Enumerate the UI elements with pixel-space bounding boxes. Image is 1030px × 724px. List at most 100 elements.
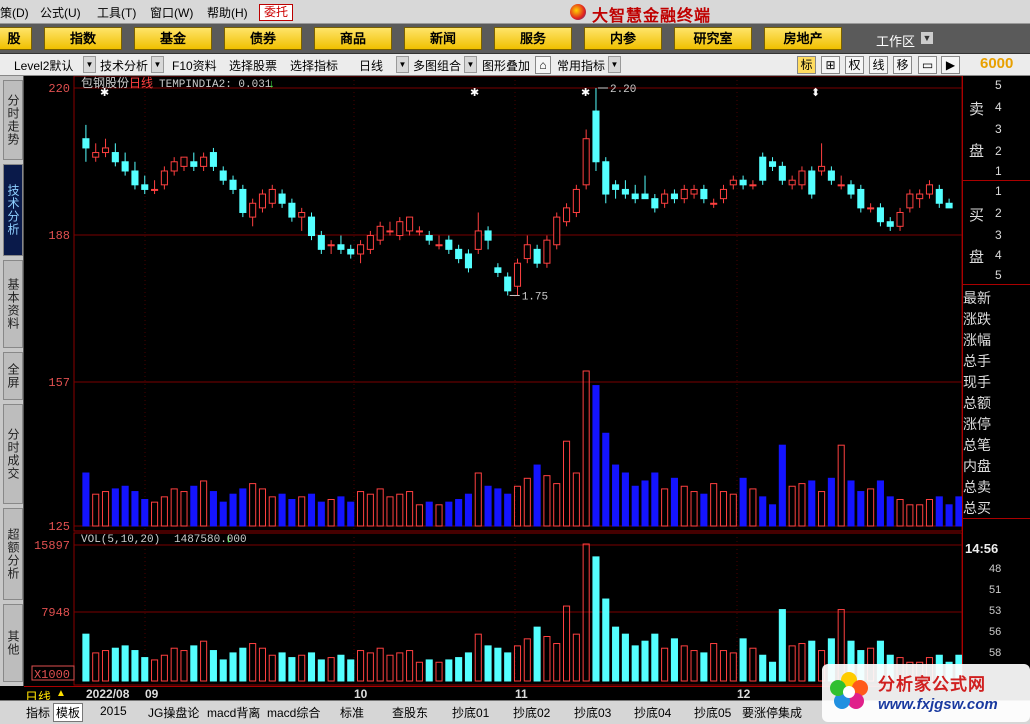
- sell-level: 4: [995, 100, 1002, 114]
- volume-overlay-bar: [170, 488, 178, 527]
- common-indicator-dropdown-icon[interactable]: ▼: [608, 56, 621, 73]
- volume-overlay-bar: [111, 488, 119, 527]
- candle-body: [719, 188, 728, 200]
- tab-other[interactable]: 其他: [3, 604, 23, 682]
- template-tab[interactable]: 抄底03: [574, 704, 611, 721]
- event-marker-icon[interactable]: ✱: [581, 87, 590, 99]
- volume-bar: [641, 640, 649, 682]
- template-tab[interactable]: 抄底04: [634, 704, 671, 721]
- menu-window[interactable]: 窗口(W): [150, 4, 193, 21]
- tech-analysis-dropdown-icon[interactable]: ▼: [151, 56, 164, 73]
- menu-tools[interactable]: 工具(T): [97, 4, 136, 21]
- volume-bar: [513, 645, 522, 682]
- volume-bar: [82, 633, 90, 682]
- tab-tick-trades[interactable]: 分时成交: [3, 404, 23, 504]
- menu-help[interactable]: 帮助(H): [207, 4, 248, 21]
- volume-bar: [768, 661, 777, 682]
- candle-body: [376, 225, 384, 241]
- tick-minute: 58: [989, 647, 1002, 659]
- line-button[interactable]: 线: [869, 56, 888, 74]
- volume-overlay-bar: [288, 499, 296, 527]
- tick-minute: 53: [989, 605, 1002, 617]
- level2-dropdown-icon[interactable]: ▼: [83, 56, 96, 73]
- menu-formula[interactable]: 公式(U): [40, 4, 81, 21]
- tech-analysis-selector[interactable]: 技术分析: [100, 57, 148, 74]
- candle-body: [268, 188, 276, 204]
- select-indicator-button[interactable]: 选择指标: [290, 57, 338, 74]
- move-button[interactable]: 移: [893, 56, 912, 74]
- candle-body: [200, 156, 208, 167]
- volume-overlay-bar: [768, 504, 777, 527]
- nav-realestate-button[interactable]: 房地产: [764, 27, 842, 50]
- next-icon[interactable]: ▶: [941, 56, 960, 74]
- period-up-icon[interactable]: ▲: [56, 688, 66, 699]
- volume-overlay-bar: [376, 488, 384, 527]
- nav-insider-button[interactable]: 内参: [584, 27, 662, 50]
- period-selector[interactable]: 日线: [359, 57, 383, 74]
- template-tab[interactable]: 抄底02: [513, 704, 550, 721]
- workspace-dropdown-icon[interactable]: ▼: [921, 32, 933, 44]
- multi-chart-button[interactable]: 多图组合: [413, 57, 461, 74]
- workspace-label[interactable]: 工作区: [876, 31, 915, 50]
- nav-research-button[interactable]: 研究室: [674, 27, 752, 50]
- nav-index-button[interactable]: 指数: [44, 27, 122, 50]
- volume-bar: [661, 647, 669, 682]
- candle-body: [768, 161, 777, 167]
- volume-overlay-bar: [219, 501, 227, 527]
- nav-commodity-button[interactable]: 商品: [314, 27, 392, 50]
- nav-bond-button[interactable]: 债券: [224, 27, 302, 50]
- candle-body: [749, 184, 757, 187]
- mark-button[interactable]: 标: [797, 56, 816, 74]
- lock-icon[interactable]: ⌂: [535, 56, 551, 74]
- overlay-button[interactable]: 图形叠加: [482, 57, 530, 74]
- nav-news-button[interactable]: 新闻: [404, 27, 482, 50]
- nav-service-button[interactable]: 服务: [494, 27, 572, 50]
- volume-overlay-bar: [690, 491, 698, 527]
- volume-overlay-bar: [818, 491, 826, 527]
- common-indicator-selector[interactable]: 常用指标: [557, 57, 605, 74]
- volume-overlay-bar: [759, 496, 767, 527]
- volume-bar: [415, 661, 423, 682]
- volume-bar: [327, 657, 335, 682]
- time-tick: 11: [515, 687, 528, 701]
- rights-button[interactable]: 权: [845, 56, 864, 74]
- nav-fund-button[interactable]: 基金: [134, 27, 212, 50]
- tab-template[interactable]: 模板: [53, 703, 84, 722]
- trade-entrust-button[interactable]: 委托: [259, 4, 294, 21]
- volume-overlay-bar: [141, 499, 149, 527]
- template-tab[interactable]: 抄底05: [694, 704, 731, 721]
- tab-time-sharing[interactable]: 分时走势: [3, 80, 23, 160]
- multi-chart-dropdown-icon[interactable]: ▼: [464, 56, 477, 73]
- template-tab[interactable]: macd综合: [267, 704, 320, 721]
- kline-chart[interactable]: 220 188 157 125 15897 7948 X1000 包钢股份 日线…: [24, 76, 962, 686]
- template-tab[interactable]: 要涨停集成: [742, 704, 802, 721]
- template-tab[interactable]: JG操盘论: [148, 704, 199, 721]
- tab-indicator[interactable]: 指标: [26, 704, 50, 721]
- nav-stock-button[interactable]: 股: [0, 27, 32, 50]
- candle-body: [229, 179, 237, 190]
- template-tab[interactable]: macd背离: [207, 704, 260, 721]
- tab-excess-analysis[interactable]: 超额分析: [3, 508, 23, 600]
- template-tab[interactable]: 抄底01: [452, 704, 489, 721]
- tab-fullscreen[interactable]: 全屏: [3, 352, 23, 400]
- sell-level: 1: [995, 164, 1002, 178]
- tab-tech-analysis[interactable]: 技术分析: [3, 164, 23, 256]
- template-tab[interactable]: 2015: [100, 704, 127, 718]
- volume-overlay-bar: [602, 432, 610, 527]
- window-icon[interactable]: ▭: [918, 56, 937, 74]
- event-marker-icon[interactable]: ✱: [470, 87, 479, 99]
- menu-policy[interactable]: 策(D): [0, 4, 29, 21]
- select-stock-button[interactable]: 选择股票: [229, 57, 277, 74]
- event-marker-icon[interactable]: ✱: [100, 87, 109, 99]
- f10-button[interactable]: F10资料: [172, 57, 217, 74]
- candle-body: [415, 230, 423, 233]
- level2-selector[interactable]: Level2默认: [14, 57, 73, 74]
- template-tab[interactable]: 标准: [340, 704, 364, 721]
- period-dropdown-icon[interactable]: ▼: [396, 56, 409, 73]
- event-marker-icon[interactable]: ⬍: [811, 87, 820, 99]
- volume-overlay-bar: [935, 496, 943, 527]
- grid-layout-icon[interactable]: ⊞: [821, 56, 840, 74]
- tab-fundamentals[interactable]: 基本资料: [3, 260, 23, 348]
- template-tab[interactable]: 查股东: [392, 704, 428, 721]
- volume-overlay-bar: [523, 477, 531, 527]
